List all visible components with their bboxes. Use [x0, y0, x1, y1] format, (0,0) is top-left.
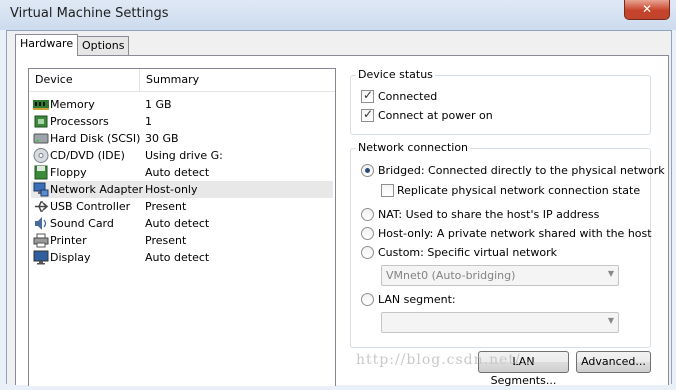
bridged-radio[interactable] [361, 164, 374, 177]
device-summary: Auto detect [145, 217, 210, 230]
nat-label[interactable]: NAT: Used to share the host's IP address [378, 208, 599, 221]
device-row-display[interactable]: Display Auto detect [31, 249, 333, 266]
device-summary: 1 [145, 115, 152, 128]
device-row-network-adapter[interactable]: Network Adapter Host-only [31, 181, 333, 198]
connected-checkbox[interactable]: ✓ [361, 88, 374, 103]
device-summary: 30 GB [145, 132, 179, 145]
sound-card-icon [33, 216, 49, 231]
advanced-button-label: Advanced... [581, 355, 646, 368]
device-name: Network Adapter [50, 183, 144, 196]
device-summary: 1 GB [145, 98, 172, 111]
device-summary: Auto detect [145, 166, 210, 179]
device-name: CD/DVD (IDE) [50, 149, 125, 162]
device-name: Sound Card [50, 217, 114, 230]
device-summary: Auto detect [145, 251, 210, 264]
device-summary: Present [145, 234, 187, 247]
close-icon: ✕ [641, 2, 653, 16]
nat-radio[interactable] [361, 208, 374, 221]
device-name: Hard Disk (SCSI) [50, 132, 141, 145]
device-status-group: Device status ✓ Connected ✓ Connect at p… [350, 68, 651, 135]
cd-dvd-icon [33, 148, 49, 163]
printer-icon [33, 233, 49, 248]
device-summary: Host-only [145, 183, 198, 196]
device-row-usb-controller[interactable]: USB Controller Present [31, 198, 333, 215]
usb-icon [33, 199, 49, 214]
dialog-client: Options Hardware Device Summary Memory 1… [6, 30, 672, 387]
check-icon: ✓ [363, 107, 374, 121]
device-name: Display [50, 251, 91, 264]
watermark: http://blog.csdn.net/... [356, 352, 538, 368]
connect-at-power-on-label[interactable]: Connect at power on [378, 109, 493, 122]
tab-hardware[interactable]: Hardware [15, 34, 79, 56]
device-row-printer[interactable]: Printer Present [31, 232, 333, 249]
custom-label[interactable]: Custom: Specific virtual network [378, 246, 557, 259]
column-separator[interactable] [139, 69, 140, 91]
custom-network-select[interactable]: VMnet0 (Auto-bridging) ▼ [381, 265, 619, 286]
check-icon: ✓ [363, 88, 374, 102]
device-row-processors[interactable]: Processors 1 [31, 113, 333, 130]
device-name: Memory [50, 98, 95, 111]
network-connection-group: Network connection Bridged: Connected di… [350, 141, 665, 348]
device-status-legend: Device status [356, 68, 435, 81]
device-name: Processors [50, 115, 109, 128]
device-summary: Present [145, 200, 187, 213]
device-row-hard-disk[interactable]: Hard Disk (SCSI) 30 GB [31, 130, 333, 147]
device-row-memory[interactable]: Memory 1 GB [31, 96, 333, 113]
display-icon [33, 250, 49, 265]
device-name: Printer [50, 234, 87, 247]
memory-icon [33, 97, 49, 112]
lan-segment-radio[interactable] [361, 293, 374, 306]
device-row-sound-card[interactable]: Sound Card Auto detect [31, 215, 333, 232]
hardware-panel: Device Summary Memory 1 GB Processors 1 … [15, 55, 669, 387]
chevron-down-icon: ▼ [607, 269, 614, 278]
floppy-icon [33, 165, 49, 180]
lan-segment-select[interactable]: ▼ [381, 312, 619, 333]
advanced-button[interactable]: Advanced... [576, 351, 651, 373]
title-bar: Virtual Machine Settings ✕ [0, 0, 676, 30]
column-device[interactable]: Device [35, 73, 73, 86]
network-connection-legend: Network connection [356, 141, 471, 154]
connected-label[interactable]: Connected [378, 90, 437, 103]
radio-selected-dot [365, 168, 370, 173]
replicate-label[interactable]: Replicate physical network connection st… [397, 184, 640, 197]
custom-network-value: VMnet0 (Auto-bridging) [386, 269, 516, 282]
processor-icon [33, 114, 49, 129]
bridged-label[interactable]: Bridged: Connected directly to the physi… [378, 164, 665, 177]
custom-radio[interactable] [361, 246, 374, 259]
host-only-radio[interactable] [361, 227, 374, 240]
device-row-floppy[interactable]: Floppy Auto detect [31, 164, 333, 181]
host-only-label[interactable]: Host-only: A private network shared with… [378, 227, 652, 240]
tab-hardware-label: Hardware [20, 37, 74, 50]
device-summary: Using drive G: [145, 149, 223, 162]
device-list[interactable]: Device Summary Memory 1 GB Processors 1 … [28, 68, 336, 386]
replicate-checkbox[interactable] [381, 184, 394, 197]
connect-at-power-on-checkbox[interactable]: ✓ [361, 107, 374, 122]
hard-disk-icon [33, 131, 49, 146]
window-title: Virtual Machine Settings [10, 6, 169, 21]
device-name: Floppy [50, 166, 87, 179]
lan-segment-label[interactable]: LAN segment: [378, 293, 456, 306]
device-row-cd-dvd[interactable]: CD/DVD (IDE) Using drive G: [31, 147, 333, 164]
chevron-down-icon: ▼ [607, 316, 614, 325]
column-summary[interactable]: Summary [146, 73, 199, 86]
device-list-header: Device Summary [29, 69, 335, 92]
network-adapter-icon [33, 182, 49, 197]
close-button[interactable]: ✕ [624, 0, 670, 20]
device-name: USB Controller [50, 200, 131, 213]
